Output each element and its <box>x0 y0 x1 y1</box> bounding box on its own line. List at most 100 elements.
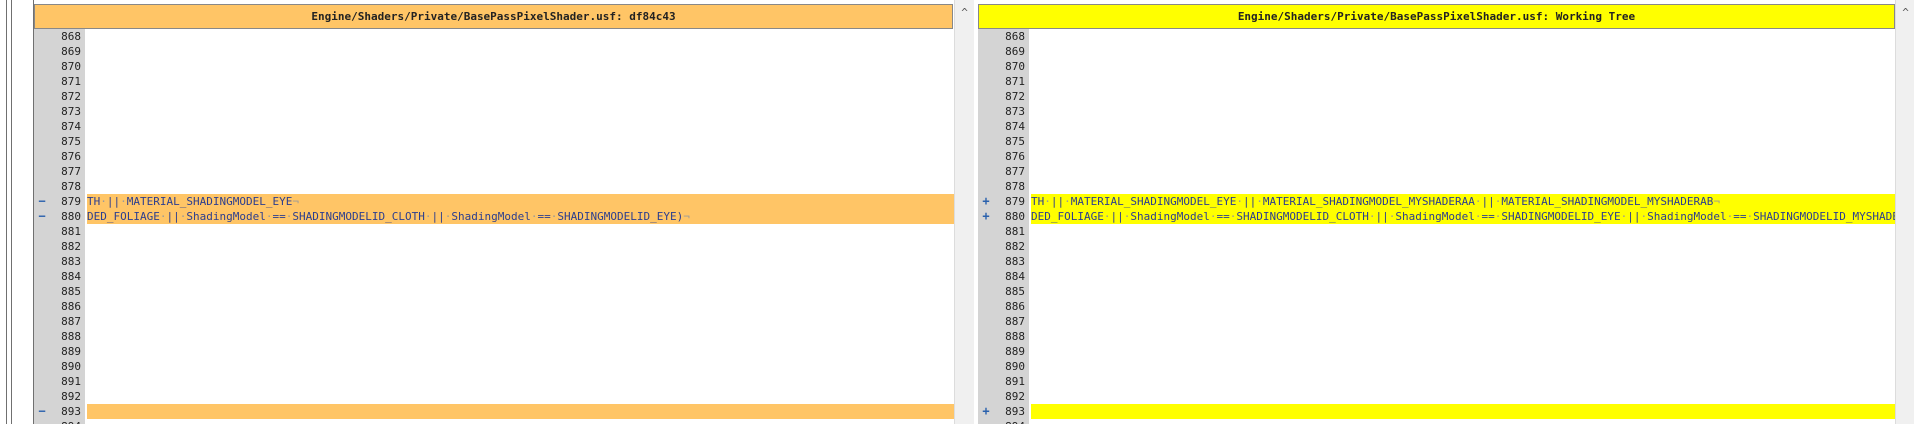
code-text[interactable] <box>1031 74 1895 89</box>
code-line[interactable]: 876 <box>34 149 954 164</box>
code-text[interactable] <box>87 74 954 89</box>
code-text[interactable] <box>87 329 954 344</box>
code-line[interactable]: +880 DED_FOLIAGE·||·ShadingModel·==·SHADI… <box>978 209 1895 224</box>
code-text[interactable] <box>87 374 954 389</box>
code-text[interactable] <box>1031 284 1895 299</box>
code-line[interactable]: 870 <box>978 59 1895 74</box>
code-text[interactable] <box>1031 134 1895 149</box>
code-line[interactable]: 875 <box>978 134 1895 149</box>
code-text[interactable] <box>1031 269 1895 284</box>
code-line[interactable]: 868 <box>34 29 954 44</box>
code-text[interactable] <box>87 269 954 284</box>
code-text[interactable] <box>87 389 954 404</box>
code-line[interactable]: 877 <box>978 164 1895 179</box>
code-text[interactable] <box>1031 344 1895 359</box>
code-text[interactable] <box>87 299 954 314</box>
code-text[interactable] <box>87 359 954 374</box>
code-text[interactable] <box>1031 149 1895 164</box>
code-line[interactable]: 873 <box>978 104 1895 119</box>
code-line[interactable]: 890 <box>34 359 954 374</box>
left-vertical-scrollbar[interactable]: ^ <box>954 0 974 424</box>
code-text[interactable] <box>87 164 954 179</box>
code-line[interactable]: 876 <box>978 149 1895 164</box>
scroll-up-arrow-icon[interactable]: ^ <box>1896 4 1914 22</box>
code-text[interactable] <box>1031 44 1895 59</box>
code-line[interactable]: 885 <box>978 284 1895 299</box>
code-text[interactable] <box>87 254 954 269</box>
code-text[interactable] <box>1031 419 1895 424</box>
code-line[interactable]: 894 <box>978 419 1895 424</box>
code-text[interactable] <box>1031 329 1895 344</box>
code-text[interactable] <box>1031 179 1895 194</box>
right-vertical-scrollbar[interactable]: ^ <box>1895 0 1914 424</box>
code-line[interactable]: 881 <box>978 224 1895 239</box>
code-text[interactable] <box>1031 299 1895 314</box>
code-line[interactable]: 888 <box>34 329 954 344</box>
code-text[interactable] <box>87 224 954 239</box>
code-line[interactable]: 868 <box>978 29 1895 44</box>
code-line[interactable]: 873 <box>34 104 954 119</box>
code-text[interactable] <box>87 104 954 119</box>
code-text[interactable] <box>1031 29 1895 44</box>
right-diff-pane[interactable]: Engine/Shaders/Private/BasePassPixelShad… <box>978 0 1895 424</box>
code-line[interactable]: 889 <box>978 344 1895 359</box>
code-text[interactable]: TH·||·MATERIAL_SHADINGMODEL_EYE·||·MATER… <box>1031 194 1895 209</box>
code-line[interactable]: 871 <box>978 74 1895 89</box>
code-text[interactable] <box>87 344 954 359</box>
code-line[interactable]: 869 <box>34 44 954 59</box>
code-line[interactable]: 877 <box>34 164 954 179</box>
left-diff-pane[interactable]: Engine/Shaders/Private/BasePassPixelShad… <box>34 0 954 424</box>
code-line[interactable]: −879 TH·||·MATERIAL_SHADINGMODEL_EYE¬ <box>34 194 954 209</box>
code-text[interactable] <box>87 29 954 44</box>
code-text[interactable] <box>87 119 954 134</box>
code-line[interactable]: +893 <box>978 404 1895 419</box>
code-line[interactable]: +879 TH·||·MATERIAL_SHADINGMODEL_EYE·||·M… <box>978 194 1895 209</box>
code-line[interactable]: 878 <box>34 179 954 194</box>
code-text[interactable] <box>1031 239 1895 254</box>
code-text[interactable] <box>1031 104 1895 119</box>
code-text[interactable] <box>1031 254 1895 269</box>
code-line[interactable]: 894 <box>34 419 954 424</box>
code-text[interactable] <box>1031 389 1895 404</box>
code-line[interactable]: 889 <box>34 344 954 359</box>
code-text[interactable] <box>1031 359 1895 374</box>
code-text[interactable] <box>87 419 954 424</box>
code-text[interactable] <box>87 239 954 254</box>
code-line[interactable]: 881 <box>34 224 954 239</box>
code-text[interactable] <box>87 44 954 59</box>
code-line[interactable]: 891 <box>978 374 1895 389</box>
code-line[interactable]: 882 <box>978 239 1895 254</box>
code-text[interactable] <box>87 89 954 104</box>
code-line[interactable]: 884 <box>978 269 1895 284</box>
code-line[interactable]: 878 <box>978 179 1895 194</box>
code-text[interactable] <box>87 134 954 149</box>
code-line[interactable]: 870 <box>34 59 954 74</box>
code-text[interactable] <box>1031 164 1895 179</box>
code-line[interactable]: 888 <box>978 329 1895 344</box>
code-line[interactable]: 892 <box>34 389 954 404</box>
code-text[interactable] <box>87 149 954 164</box>
code-line[interactable]: 872 <box>978 89 1895 104</box>
code-line[interactable]: −893 <box>34 404 954 419</box>
code-line[interactable]: 892 <box>978 389 1895 404</box>
code-text[interactable] <box>1031 89 1895 104</box>
code-text[interactable] <box>87 284 954 299</box>
code-text[interactable] <box>1031 374 1895 389</box>
code-line[interactable]: 883 <box>34 254 954 269</box>
code-text[interactable] <box>87 59 954 74</box>
code-line[interactable]: 874 <box>978 119 1895 134</box>
code-line[interactable]: 886 <box>34 299 954 314</box>
code-text[interactable] <box>1031 404 1895 419</box>
code-line[interactable]: 869 <box>978 44 1895 59</box>
code-text[interactable] <box>87 314 954 329</box>
code-text[interactable] <box>87 404 954 419</box>
code-line[interactable]: 874 <box>34 119 954 134</box>
code-line[interactable]: 882 <box>34 239 954 254</box>
code-text[interactable] <box>1031 224 1895 239</box>
code-line[interactable]: 875 <box>34 134 954 149</box>
code-text[interactable] <box>1031 119 1895 134</box>
scroll-up-arrow-icon[interactable]: ^ <box>955 4 974 22</box>
code-line[interactable]: −880 DED_FOLIAGE·||·ShadingModel·==·SHADI… <box>34 209 954 224</box>
code-line[interactable]: 886 <box>978 299 1895 314</box>
code-line[interactable]: 891 <box>34 374 954 389</box>
